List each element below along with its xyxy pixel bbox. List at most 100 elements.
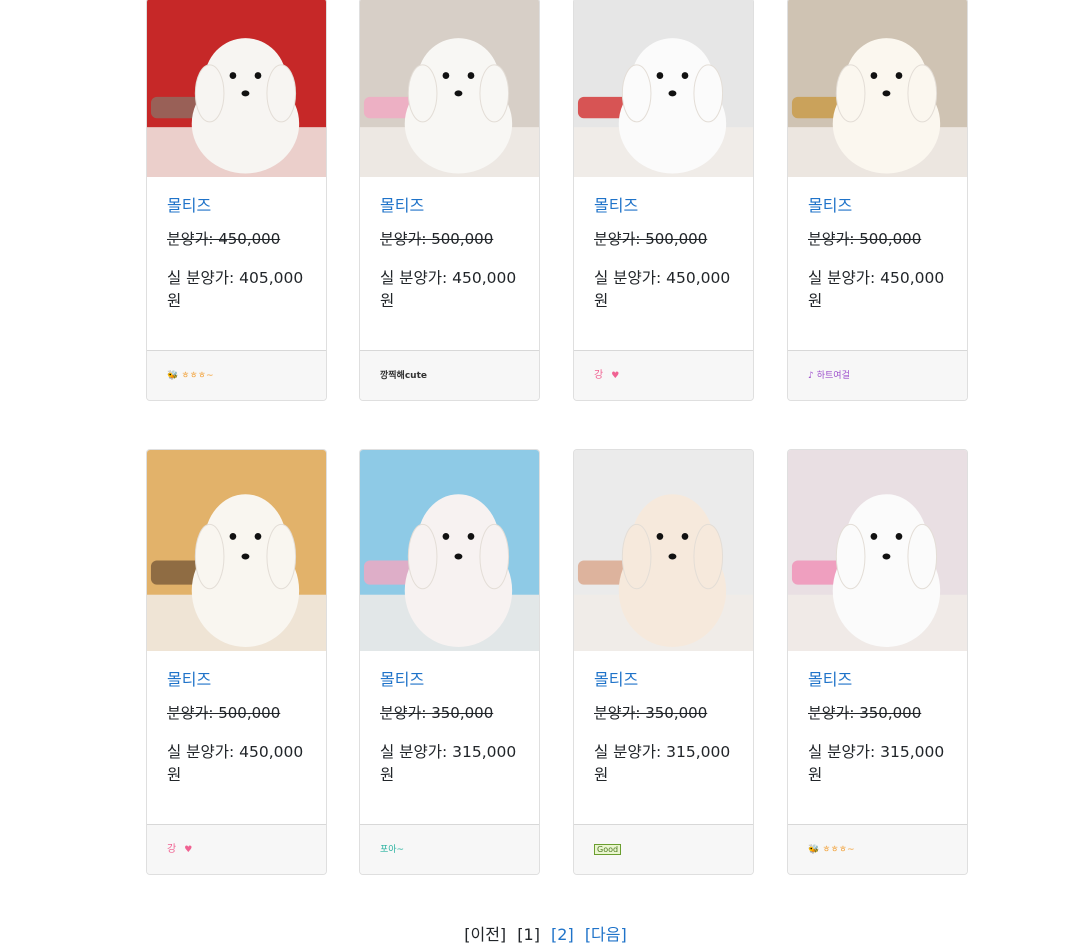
puppy-photo[interactable] <box>360 0 539 177</box>
puppy-eye <box>681 72 689 79</box>
puppy-eye <box>656 72 664 79</box>
puppy-nose <box>454 90 463 97</box>
card-footer: 포아~ <box>360 824 539 874</box>
original-price: 분양가: 350,000 <box>808 704 922 722</box>
puppy-photo[interactable] <box>574 0 753 177</box>
sale-price: 실 분양가: 450,000 원 <box>167 743 304 784</box>
next-page-link[interactable]: [다음] <box>585 925 627 944</box>
puppy-ear <box>621 64 652 123</box>
card-body: 몰티즈 분양가: 500,000 실 분양가: 450,000 원 <box>360 177 539 352</box>
heart-sticker-icon: ♥ <box>611 371 620 381</box>
product-card[interactable]: 몰티즈 분양가: 500,000 실 분양가: 450,000 원 ♪ 하트여걸 <box>787 0 968 401</box>
puppy-ear <box>194 523 225 590</box>
puppy-ear <box>693 523 724 590</box>
puppy-photo-image <box>360 0 539 177</box>
card-body: 몰티즈 분양가: 450,000 실 분양가: 405,000 원 <box>147 177 326 352</box>
bee-sticker-icon: 🐝 <box>808 845 820 855</box>
puppy-photo[interactable] <box>147 450 326 651</box>
product-title-link[interactable]: 몰티즈 <box>167 195 306 217</box>
pagination: [이전] [1] [2] [다음] <box>0 924 1091 946</box>
card-body: 몰티즈 분양가: 350,000 실 분양가: 315,000 원 <box>788 651 967 826</box>
product-title-link[interactable]: 몰티즈 <box>167 669 306 691</box>
puppy-nose <box>454 553 463 560</box>
seller-nickname: 포아~ <box>380 843 404 857</box>
seller-nickname: 강 ♥ <box>594 369 619 383</box>
product-title-link[interactable]: 몰티즈 <box>380 669 519 691</box>
nickname-text: ㅎㅎㅎ~ <box>181 371 214 381</box>
product-title-link[interactable]: 몰티즈 <box>594 669 733 691</box>
product-card[interactable]: 몰티즈 분양가: 500,000 실 분양가: 450,000 원 강 ♥ <box>146 449 327 875</box>
sale-price: 실 분양가: 315,000 원 <box>808 743 945 784</box>
puppy-nose <box>668 553 677 560</box>
puppy-photo[interactable] <box>788 450 967 651</box>
puppy-eye <box>229 533 237 540</box>
puppy-photo-image <box>788 0 967 177</box>
original-price: 분양가: 500,000 <box>594 230 708 248</box>
puppy-eye <box>467 533 475 540</box>
product-title-link[interactable]: 몰티즈 <box>380 195 519 217</box>
product-title-link[interactable]: 몰티즈 <box>594 195 733 217</box>
puppy-photo-image <box>788 450 967 651</box>
sale-price: 실 분양가: 315,000 원 <box>380 743 517 784</box>
current-page-number: [1] <box>517 925 540 944</box>
puppy-ear <box>194 64 225 123</box>
good-badge-icon: Good <box>594 844 622 855</box>
card-footer: 🐝 ㅎㅎㅎ~ <box>788 824 967 874</box>
puppy-photo[interactable] <box>788 0 967 177</box>
puppy-ear <box>835 523 866 590</box>
puppy-eye <box>681 533 689 540</box>
product-card[interactable]: 몰티즈 분양가: 450,000 실 분양가: 405,000 원 🐝 ㅎㅎㅎ~ <box>146 0 327 401</box>
product-card[interactable]: 몰티즈 분양가: 350,000 실 분양가: 315,000 원 포아~ <box>359 449 540 875</box>
bee-sticker-icon: 🐝 <box>167 371 179 381</box>
card-footer: 깡찍해cute <box>360 350 539 400</box>
card-footer: ♪ 하트여걸 <box>788 350 967 400</box>
sale-price: 실 분양가: 450,000 원 <box>594 269 731 310</box>
product-title-link[interactable]: 몰티즈 <box>808 195 947 217</box>
puppy-photo-image <box>147 0 326 177</box>
product-card[interactable]: 몰티즈 분양가: 500,000 실 분양가: 450,000 원 강 ♥ <box>573 0 754 401</box>
product-title-link[interactable]: 몰티즈 <box>808 669 947 691</box>
card-body: 몰티즈 분양가: 500,000 실 분양가: 450,000 원 <box>788 177 967 352</box>
puppy-photo[interactable] <box>360 450 539 651</box>
puppy-ear <box>907 523 938 590</box>
nickname-text: ㅎㅎㅎ~ <box>822 845 855 855</box>
card-body: 몰티즈 분양가: 500,000 실 분양가: 450,000 원 <box>147 651 326 826</box>
nickname-text: 하트여걸 <box>816 371 850 381</box>
nickname-text: 깡찍해cute <box>380 371 427 381</box>
seller-nickname: 강 ♥ <box>167 843 192 857</box>
puppy-eye <box>442 533 450 540</box>
puppy-photo-image <box>574 450 753 651</box>
product-card[interactable]: 몰티즈 분양가: 350,000 실 분양가: 315,000 원 Good <box>573 449 754 875</box>
prev-page-link[interactable]: [이전] <box>464 925 506 944</box>
puppy-eye <box>895 533 903 540</box>
puppy-nose <box>241 90 250 97</box>
puppy-ear <box>835 64 866 123</box>
puppy-ear <box>693 64 724 123</box>
original-price: 분양가: 500,000 <box>380 230 494 248</box>
puppy-eye <box>870 72 878 79</box>
puppy-eye <box>254 72 262 79</box>
card-footer: 강 ♥ <box>147 824 326 874</box>
nickname-text: 포아~ <box>380 845 405 855</box>
card-body: 몰티즈 분양가: 350,000 실 분양가: 315,000 원 <box>574 651 753 826</box>
puppy-ear <box>907 64 938 123</box>
puppy-photo[interactable] <box>147 0 326 177</box>
sale-price: 실 분양가: 450,000 원 <box>380 269 517 310</box>
page-2-link[interactable]: [2] <box>551 925 574 944</box>
seller-nickname: 🐝 ㅎㅎㅎ~ <box>808 843 855 857</box>
nickname-text: 강 <box>594 370 604 381</box>
seller-nickname: 깡찍해cute <box>380 369 427 383</box>
puppy-ear <box>266 523 297 590</box>
card-footer: Good <box>574 824 753 874</box>
seller-nickname: ♪ 하트여걸 <box>808 369 850 383</box>
puppy-nose <box>241 553 250 560</box>
puppy-eye <box>254 533 262 540</box>
puppy-photo[interactable] <box>574 450 753 651</box>
original-price: 분양가: 450,000 <box>167 230 281 248</box>
card-body: 몰티즈 분양가: 350,000 실 분양가: 315,000 원 <box>360 651 539 826</box>
product-card[interactable]: 몰티즈 분양가: 350,000 실 분양가: 315,000 원 🐝 ㅎㅎㅎ~ <box>787 449 968 875</box>
puppy-ear <box>621 523 652 590</box>
puppy-ear <box>479 64 510 123</box>
seller-nickname: Good <box>594 843 622 857</box>
product-card[interactable]: 몰티즈 분양가: 500,000 실 분양가: 450,000 원 깡찍해cut… <box>359 0 540 401</box>
